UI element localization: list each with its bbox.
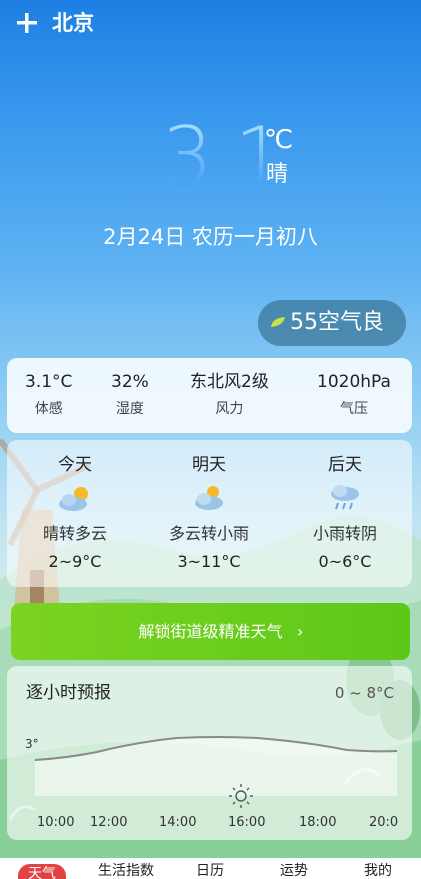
forecast-condition: 晴转多云 [42, 524, 107, 543]
bottom-tab-bar: 天气 生活指数 日历 运势 我的 [0, 858, 421, 879]
temperature-unit: ℃ [264, 125, 294, 155]
city-name[interactable]: 北京 [52, 9, 94, 37]
rain-cloud-icon [331, 485, 359, 510]
aqi-value: 55 [290, 310, 318, 335]
forecast-temp-range: 3~11°C [177, 552, 241, 571]
metric-label: 风力 [215, 401, 244, 417]
tab-me[interactable]: 我的 [364, 861, 392, 879]
metric-wind: 东北风2级 风力 [190, 370, 269, 421]
three-day-forecast-card: 今天 晴转多云 2~9°C 明天 多云转小雨 3~11°C 后天 小雨转阴 0~… [7, 440, 412, 587]
hourly-time-axis: 10:00 12:00 14:00 16:00 18:00 20:0 [37, 815, 398, 830]
forecast-condition: 多云转小雨 [168, 524, 249, 543]
cloud-sun-icon [195, 486, 223, 510]
hourly-time-label: 14:00 [159, 815, 196, 830]
hourly-time-label: 18:00 [299, 815, 336, 830]
current-date: 2月24日 农历一月初八 [103, 225, 318, 249]
hourly-time-label: 10:00 [37, 815, 74, 830]
unlock-label: 解锁街道级精准天气 [138, 622, 283, 641]
hourly-time-label: 16:00 [228, 815, 265, 830]
hourly-temperature-graph[interactable]: 3° 10:00 12:00 14:00 16:00 18:00 20:0 [7, 666, 412, 840]
leaf-icon [271, 317, 285, 327]
tab-calendar[interactable]: 日历 [196, 861, 224, 879]
forecast-temp-range: 2~9°C [48, 552, 102, 571]
forecast-temp-range: 0~6°C [318, 552, 372, 571]
metric-humidity: 32% 湿度 [111, 370, 149, 421]
plus-icon [17, 13, 37, 33]
metric-value: 32% [111, 372, 149, 392]
tab-fortune[interactable]: 运势 [280, 861, 308, 879]
chevron-right-icon: › [297, 622, 304, 641]
forecast-day-after-tomorrow[interactable]: 后天 小雨转阴 0~6°C [280, 452, 410, 574]
forecast-day-tomorrow[interactable]: 明天 多云转小雨 3~11°C [144, 452, 274, 574]
forecast-day-name: 明天 [192, 455, 226, 475]
metric-value: 3.1°C [25, 372, 73, 392]
metric-feels-like: 3.1°C 体感 [25, 370, 72, 421]
forecast-condition: 小雨转阴 [312, 524, 377, 543]
forecast-day-name: 今天 [58, 455, 92, 475]
weather-metrics-card: 3.1°C 体感 32% 湿度 东北风2级 风力 1020hPa 气压 [7, 358, 412, 433]
air-quality-badge[interactable]: 55 空气良 [258, 300, 406, 346]
hourly-area-fill [35, 737, 397, 796]
sun-behind-cloud-icon [59, 487, 88, 511]
unlock-street-weather-button[interactable]: 解锁街道级精准天气 › [11, 603, 410, 660]
aqi-label: 空气良 [318, 310, 385, 335]
add-city-button[interactable] [16, 6, 38, 41]
forecast-day-today[interactable]: 今天 晴转多云 2~9°C [10, 452, 140, 574]
tab-weather[interactable]: 天气 [18, 864, 66, 879]
hourly-forecast-card: 逐小时预报 0 ~ 8°C 3° 10:00 12:00 14:00 16:00… [7, 666, 412, 840]
metric-pressure: 1020hPa 气压 [317, 370, 391, 421]
hourly-first-temp-label: 3° [25, 737, 39, 751]
tab-life-index[interactable]: 生活指数 [98, 861, 154, 879]
current-condition: 晴 [266, 162, 289, 187]
metric-label: 气压 [339, 401, 368, 417]
hourly-time-label: 20:0 [369, 815, 398, 830]
hourly-time-label: 12:00 [90, 815, 127, 830]
weather-screen: 北京 3.1 ℃ 晴 2月24日 农历一月初八 55 空气良 3.1°C 体感 … [0, 0, 421, 879]
metric-value: 东北风2级 [190, 372, 269, 392]
metric-label: 体感 [34, 401, 63, 417]
metric-label: 湿度 [115, 401, 144, 417]
metric-value: 1020hPa [317, 372, 391, 392]
forecast-day-name: 后天 [328, 455, 362, 475]
